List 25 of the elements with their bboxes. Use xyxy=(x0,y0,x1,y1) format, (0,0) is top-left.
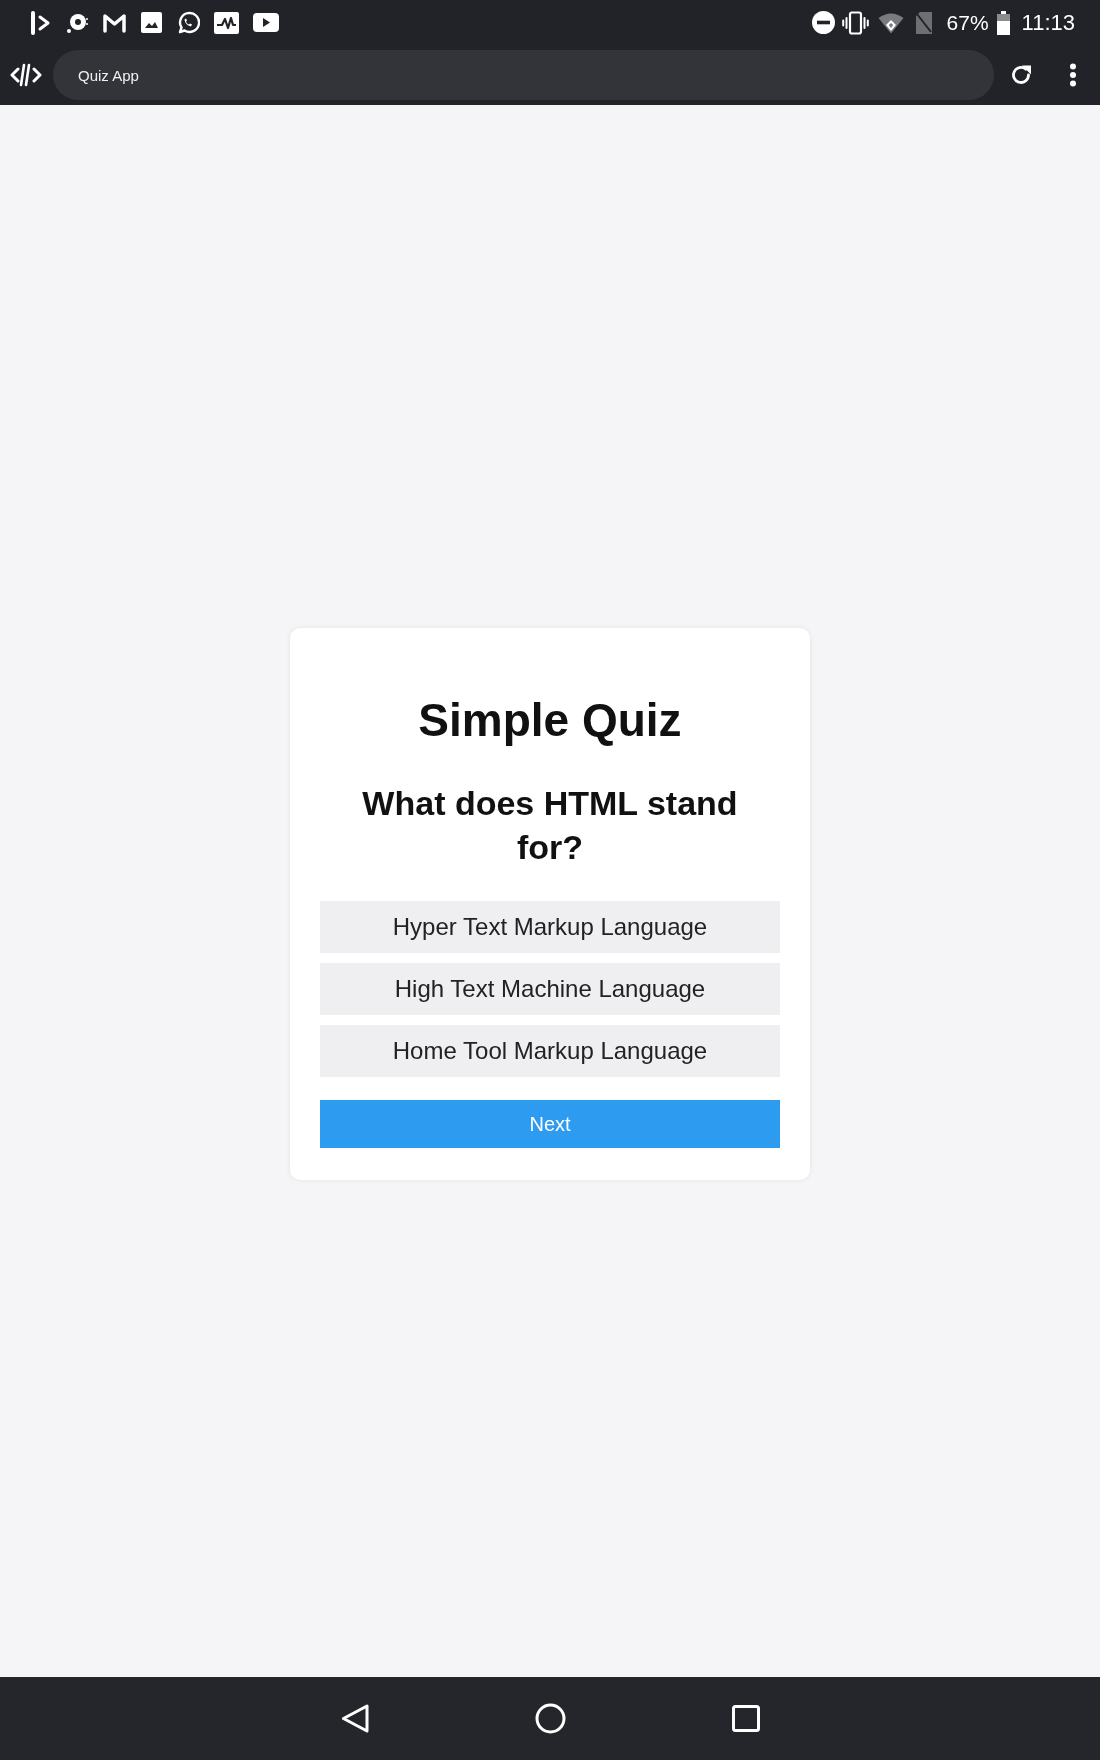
vibrate-icon xyxy=(841,10,869,35)
battery-icon xyxy=(996,10,1010,35)
chevron-icon xyxy=(30,10,52,35)
do-not-disturb-icon xyxy=(811,11,835,34)
pulse-icon xyxy=(214,11,239,34)
answer-option[interactable]: Hyper Text Markup Language xyxy=(320,901,780,953)
answer-option[interactable]: High Text Machine Language xyxy=(320,963,780,1015)
battery-percentage: 67% xyxy=(946,10,989,35)
home-icon[interactable] xyxy=(534,1703,566,1734)
play-icon xyxy=(253,13,279,32)
address-bar[interactable]: Quiz App xyxy=(53,50,994,100)
mail-icon xyxy=(102,11,127,34)
answer-option[interactable]: Home Tool Markup Language xyxy=(320,1025,780,1077)
clock-time: 11:13 xyxy=(1021,10,1075,35)
code-brackets-icon xyxy=(10,63,42,87)
chat-bubble-icon xyxy=(176,10,200,35)
no-sim-icon xyxy=(914,10,933,35)
wifi-icon xyxy=(877,11,904,34)
more-icon[interactable] xyxy=(1068,63,1078,87)
quiz-title: Simple Quiz xyxy=(417,693,683,748)
image-icon xyxy=(141,12,162,33)
question-text: What does HTML stand for? xyxy=(361,783,739,868)
back-icon[interactable] xyxy=(340,1704,369,1733)
recents-icon[interactable] xyxy=(731,1705,760,1732)
reload-icon[interactable] xyxy=(1009,63,1033,87)
